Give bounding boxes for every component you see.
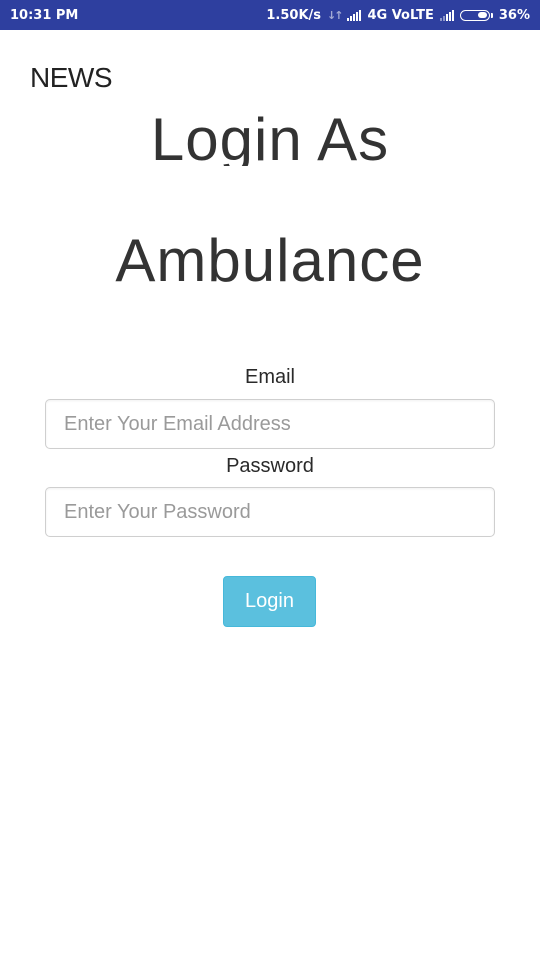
- page-title-line1-text: Login As: [150, 110, 390, 166]
- email-field[interactable]: [45, 399, 495, 449]
- battery-percent: 36%: [498, 7, 530, 23]
- battery-icon: [459, 9, 490, 21]
- page-title-line2: Ambulance: [115, 227, 425, 294]
- signal-icon-secondary: [439, 9, 454, 21]
- login-button[interactable]: Login: [223, 576, 316, 627]
- network-type: 4G VoLTE: [367, 7, 434, 23]
- signal-icon: [347, 9, 362, 21]
- battery-tip: [490, 12, 493, 18]
- password-field[interactable]: [45, 487, 495, 537]
- status-indicators: 1.50K/s ↓↑ 4G VoLTE 36%: [266, 8, 530, 23]
- email-label: Email: [244, 366, 295, 388]
- status-time: 10:31 PM: [10, 7, 79, 23]
- battery-fill: [478, 12, 488, 18]
- network-speed: 1.50K/s: [266, 7, 322, 23]
- data-activity-icon: ↓↑: [327, 8, 344, 22]
- status-bar: 10:31 PM 1.50K/s ↓↑ 4G VoLTE 36%: [0, 0, 540, 30]
- page-title-line1: Login As: [0, 110, 540, 166]
- password-label: Password: [226, 455, 314, 477]
- brand-link[interactable]: NEWS: [30, 62, 113, 94]
